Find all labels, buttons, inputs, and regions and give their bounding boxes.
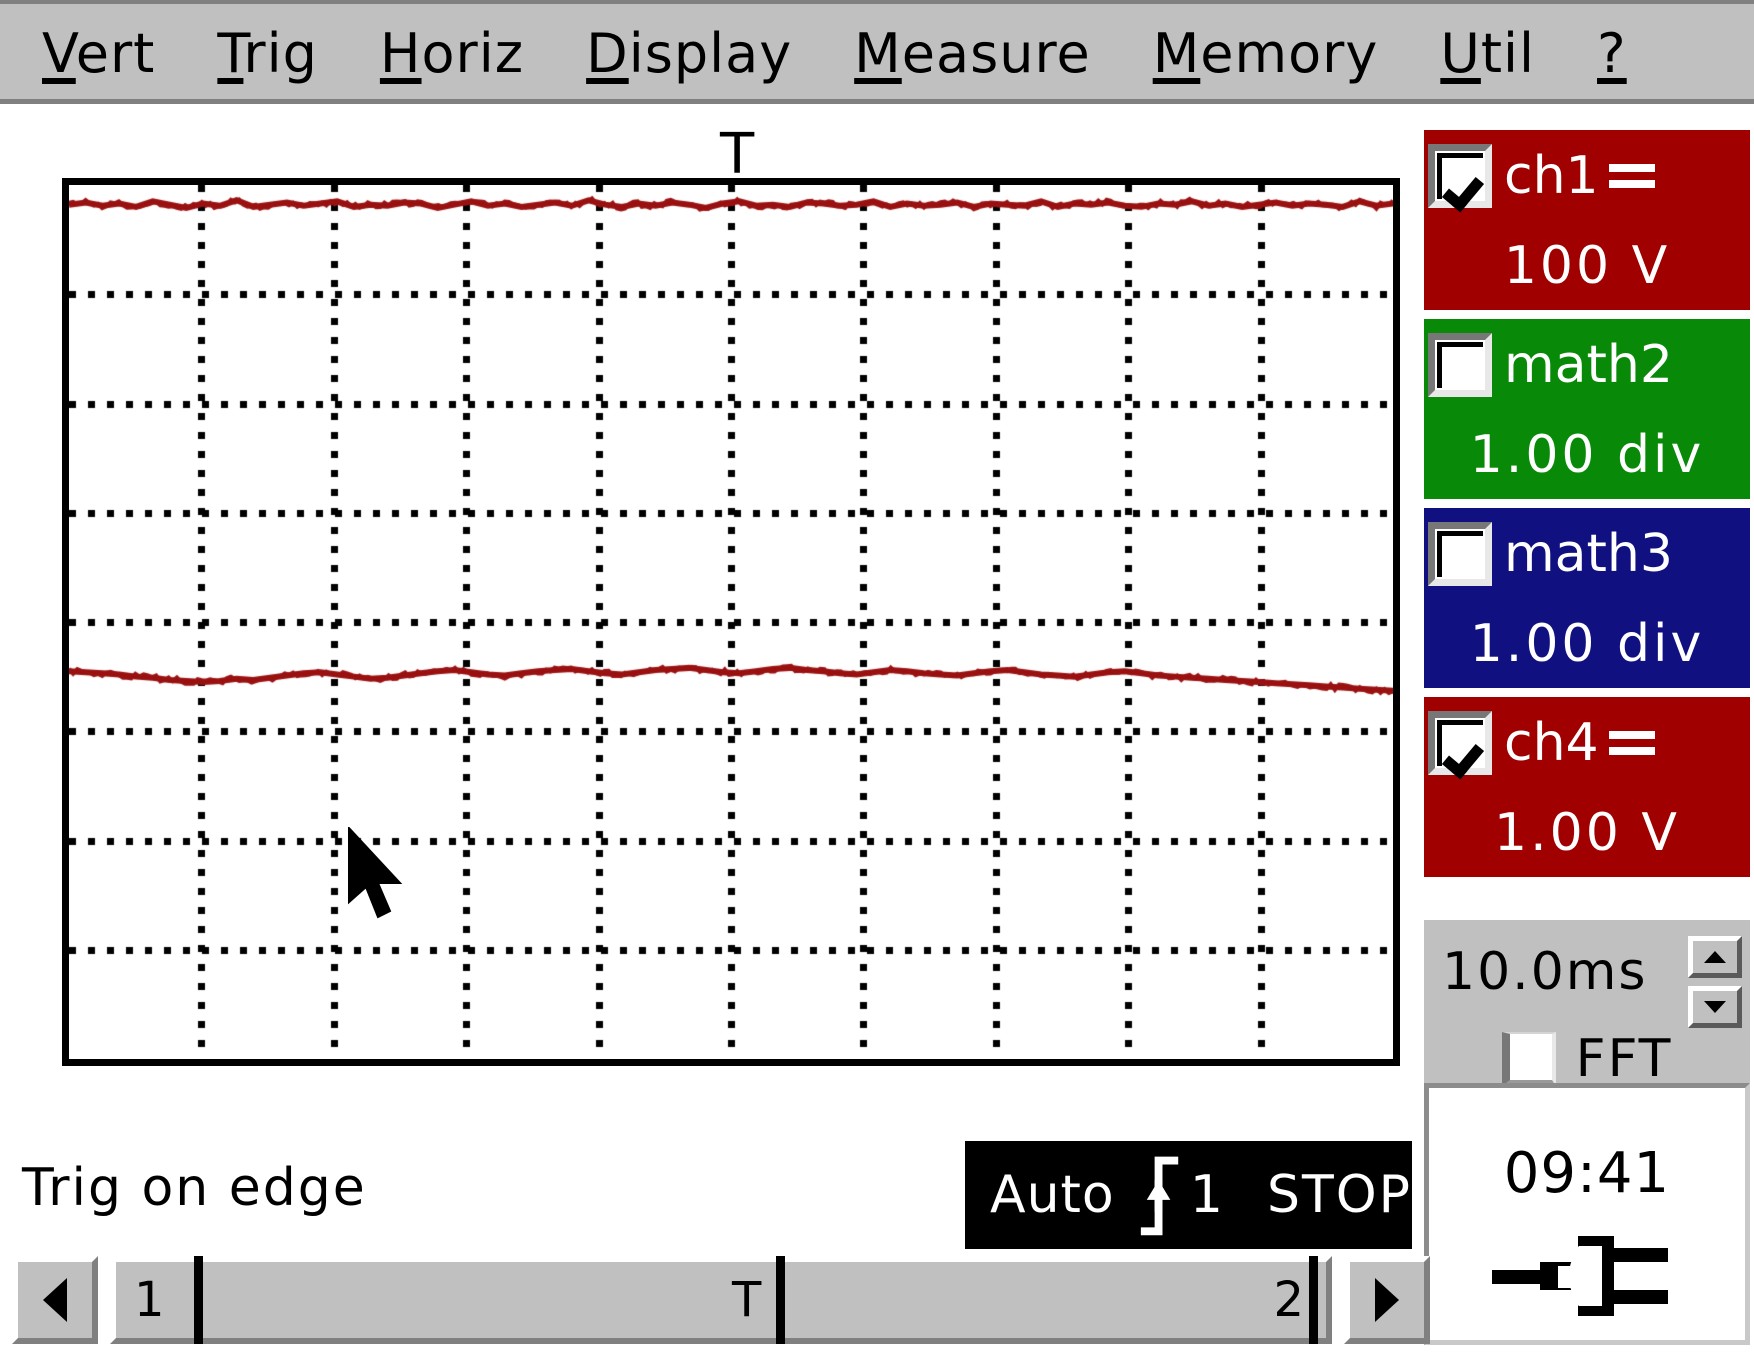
channel-label-ch4: ch4 (1504, 717, 1655, 769)
menu-trig[interactable]: Trig (217, 27, 318, 81)
mouse-cursor (348, 827, 403, 919)
menu-util[interactable]: Util (1440, 27, 1535, 81)
channel-label-math2: math2 (1504, 335, 1673, 395)
menu-display[interactable]: Display (586, 27, 792, 81)
trigger-position-marker: T (720, 122, 755, 187)
channel-panel-math2[interactable]: math2 1.00 div (1424, 319, 1750, 499)
channel-sidebar: ch1 100 V math2 1.00 div math3 1.00 div ch4 1.0… (1424, 130, 1754, 886)
scroll-divider-right (1309, 1256, 1318, 1344)
scroll-trough[interactable]: 1 T 2 (110, 1256, 1332, 1344)
scope-display-area: T #▸ V (0, 109, 1420, 1238)
rising-edge-trigger-icon (1140, 1156, 1178, 1236)
channel-panel-ch4[interactable]: ch4 1.00 V (1424, 697, 1750, 877)
timebase-increase-button[interactable] (1688, 936, 1742, 978)
menu-memory[interactable]: Memory (1153, 27, 1379, 81)
horizontal-position-scrollbar[interactable]: 1 T 2 (12, 1256, 1430, 1348)
menu-help[interactable]: ? (1597, 27, 1627, 81)
trigger-status-text: Trig on edge (22, 1158, 367, 1218)
timebase-value[interactable]: 10.0ms (1442, 946, 1648, 998)
oscilloscope-app: Vert Trig Horiz Display Measure Memory Util? T… (0, 0, 1754, 1358)
scroll-right-button[interactable] (1344, 1256, 1430, 1344)
channel-checkbox-math3[interactable] (1428, 522, 1492, 586)
channel-panel-math3[interactable]: math3 1.00 div (1424, 508, 1750, 688)
clock-time: 09:41 (1503, 1141, 1671, 1206)
channel-value-math3[interactable]: 1.00 div (1470, 618, 1705, 670)
scroll-marker-2: 2 (1273, 1272, 1304, 1328)
trigger-mode-label: Auto (990, 1165, 1115, 1225)
scroll-marker-1: 1 (134, 1272, 165, 1328)
menu-horiz[interactable]: Horiz (380, 27, 524, 81)
fft-row: FFT (1424, 1032, 1750, 1086)
channel-checkbox-ch1[interactable] (1428, 144, 1492, 208)
power-plug-icon (1492, 1236, 1668, 1316)
timebase-spinner (1688, 936, 1744, 1036)
menu-vert[interactable]: Vert (42, 27, 155, 81)
timebase-panel: 10.0ms FFT (1424, 920, 1750, 1100)
dc-coupling-icon (1608, 164, 1655, 188)
waveform-graticule[interactable] (62, 178, 1400, 1066)
scroll-left-button[interactable] (12, 1256, 98, 1344)
fft-label: FFT (1575, 1029, 1673, 1089)
status-bar: Trig on edge Auto 1 STOP (0, 1140, 1420, 1250)
channel-value-ch4[interactable]: 1.00 V (1494, 807, 1680, 859)
timebase-decrease-button[interactable] (1688, 986, 1742, 1028)
channel-value-ch1[interactable]: 100 V (1504, 240, 1670, 292)
scroll-divider-left (194, 1256, 203, 1344)
scroll-marker-t: T (732, 1272, 762, 1328)
channel-label-ch1: ch1 (1504, 150, 1655, 202)
acquisition-state-label: STOP (1266, 1165, 1412, 1225)
acquisition-status-box[interactable]: Auto 1 STOP (965, 1141, 1412, 1249)
scroll-divider-center (776, 1256, 785, 1344)
menu-bar: Vert Trig Horiz Display Measure Memory Util? (0, 0, 1754, 104)
channel-panel-ch1[interactable]: ch1 100 V (1424, 130, 1750, 310)
timebase-panel-wrap: 10.0ms FFT (1424, 898, 1754, 1100)
channel-checkbox-math2[interactable] (1428, 333, 1492, 397)
trigger-source-label: 1 (1189, 1165, 1223, 1225)
dc-coupling-icon (1608, 731, 1655, 755)
menu-measure[interactable]: Measure (854, 27, 1091, 81)
clock-power-panel[interactable]: 09:41 (1424, 1083, 1750, 1345)
waveform-canvas (69, 185, 1393, 1059)
channel-value-math2[interactable]: 1.00 div (1470, 429, 1705, 481)
channel-label-math3: math3 (1504, 524, 1673, 584)
fft-checkbox[interactable] (1501, 1032, 1556, 1086)
channel-checkbox-ch4[interactable] (1428, 711, 1492, 775)
